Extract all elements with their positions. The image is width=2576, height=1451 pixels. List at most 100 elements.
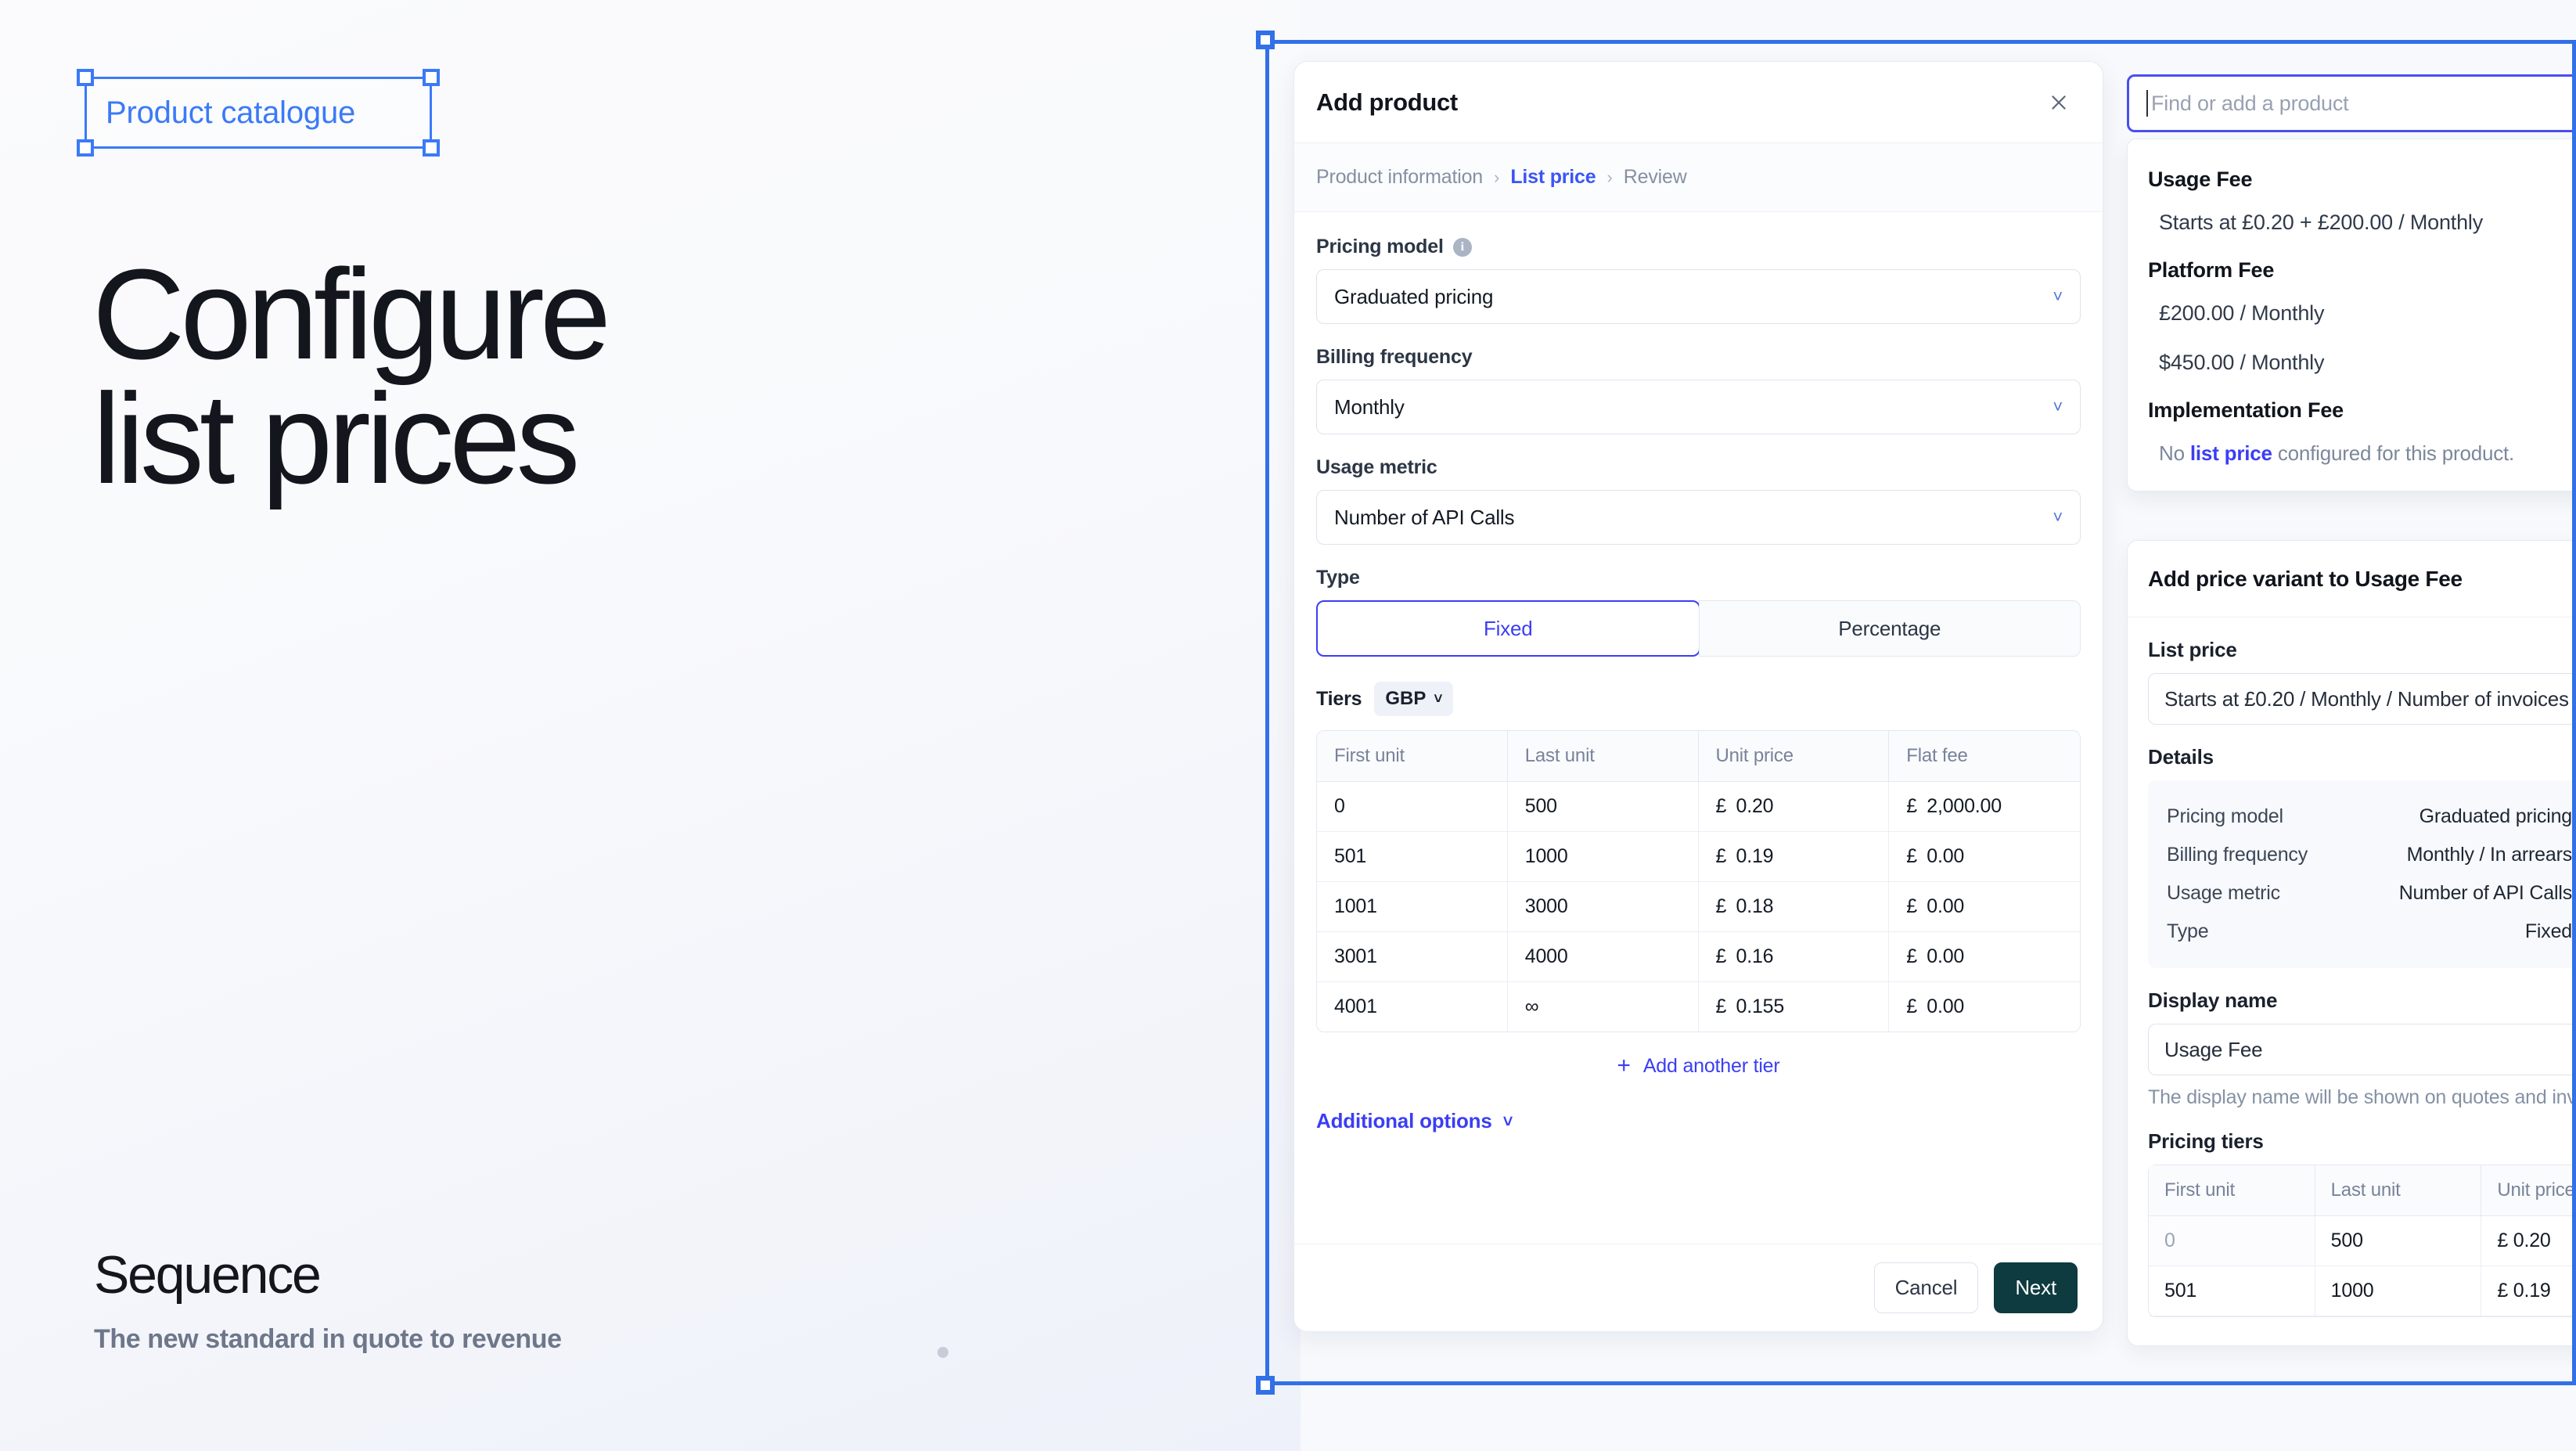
currency-symbol: £ bbox=[1906, 795, 1927, 818]
close-icon[interactable] bbox=[2042, 85, 2076, 120]
brand-wordmark: Sequence bbox=[94, 1244, 320, 1305]
detail-row-type: Type Fixed bbox=[2167, 913, 2572, 951]
cell-unit-price[interactable]: £0.155 bbox=[1699, 982, 1890, 1032]
cell-flat-fee[interactable]: £0.00 bbox=[1889, 882, 2080, 932]
variant-details-label: Details bbox=[2148, 745, 2576, 769]
product-search-results: Usage Fee Starts at £0.20 + £200.00 / Mo… bbox=[2127, 139, 2576, 491]
currency-symbol: £ bbox=[1906, 996, 1927, 1018]
currency-symbol: £ bbox=[1716, 996, 1736, 1018]
flat-fee-value: 0.00 bbox=[1927, 945, 1964, 967]
add-product-modal: Add product Product information › List p… bbox=[1293, 61, 2103, 1332]
breadcrumb: Product information › List price › Revie… bbox=[1294, 143, 2103, 212]
billing-frequency-label: Billing frequency bbox=[1316, 346, 2081, 369]
cell-unit-price[interactable]: £0.20 bbox=[1699, 782, 1890, 832]
usage-metric-select[interactable]: Number of API Calls ˅ bbox=[1316, 490, 2081, 545]
detail-value: Number of API Calls bbox=[2399, 882, 2572, 905]
chevron-down-icon: ˅ bbox=[2053, 509, 2063, 526]
cell-first-unit[interactable]: 1001 bbox=[1317, 882, 1508, 932]
cell-last-unit[interactable]: 3000 bbox=[1508, 882, 1699, 932]
cell-last-unit[interactable]: 1000 bbox=[2315, 1266, 2482, 1316]
product-search-input[interactable]: Find or add a product bbox=[2127, 74, 2576, 132]
cell-last-unit[interactable]: ∞ bbox=[1508, 982, 1699, 1032]
cell-flat-fee[interactable]: £0.00 bbox=[1889, 832, 2080, 882]
breadcrumb-item-list-price[interactable]: List price bbox=[1510, 166, 1596, 189]
selected-text-box-product-catalogue[interactable]: Product catalogue bbox=[85, 77, 432, 149]
cell-flat-fee[interactable]: £0.00 bbox=[1889, 982, 2080, 1032]
table-row[interactable]: 501 1000 £ 0.19 bbox=[2149, 1266, 2576, 1316]
cell-unit-price[interactable]: £ 0.20 bbox=[2481, 1216, 2576, 1266]
breadcrumb-item-product-information[interactable]: Product information bbox=[1316, 166, 1483, 189]
table-row[interactable]: 501 1000 £0.19 £0.00 bbox=[1317, 832, 2080, 882]
table-row[interactable]: 0 500 £ 0.20 bbox=[2149, 1216, 2576, 1266]
product-search-placeholder: Find or add a product bbox=[2151, 92, 2348, 116]
screen: Product catalogue Configure list prices … bbox=[0, 0, 2576, 1451]
usage-metric-label: Usage metric bbox=[1316, 456, 2081, 479]
cell-first-unit[interactable]: 3001 bbox=[1317, 932, 1508, 982]
billing-frequency-select[interactable]: Monthly ˅ bbox=[1316, 380, 2081, 434]
table-row[interactable]: 1001 3000 £0.18 £0.00 bbox=[1317, 882, 2080, 932]
breadcrumb-separator-icon: › bbox=[1494, 167, 1499, 188]
cell-last-unit[interactable]: 500 bbox=[1508, 782, 1699, 832]
unit-price-value: 0.18 bbox=[1736, 895, 1774, 917]
table-row[interactable]: 4001 ∞ £0.155 £0.00 bbox=[1317, 982, 2080, 1032]
carousel-dot[interactable] bbox=[937, 1347, 948, 1358]
selection-handle-top-right[interactable] bbox=[423, 69, 440, 86]
flat-fee-value: 0.00 bbox=[1927, 895, 1964, 917]
cell-last-unit[interactable]: 4000 bbox=[1508, 932, 1699, 982]
cell-last-unit[interactable]: 500 bbox=[2315, 1216, 2482, 1266]
cell-first-unit[interactable]: 0 bbox=[2149, 1216, 2315, 1266]
cell-unit-price[interactable]: £0.19 bbox=[1699, 832, 1890, 882]
table-header-row: First unit Last unit Unit price Flat fee bbox=[1317, 731, 2080, 782]
cell-unit-price[interactable]: £0.16 bbox=[1699, 932, 1890, 982]
add-another-tier-button[interactable]: + Add another tier bbox=[1316, 1032, 2081, 1086]
type-label: Type bbox=[1316, 567, 2081, 589]
cell-first-unit[interactable]: 4001 bbox=[1317, 982, 1508, 1032]
cancel-button[interactable]: Cancel bbox=[1874, 1262, 1979, 1313]
selection-handle-top-left[interactable] bbox=[77, 69, 94, 86]
selection-handle-bottom-right[interactable] bbox=[423, 139, 440, 157]
currency-select[interactable]: GBP ˅ bbox=[1374, 682, 1453, 716]
info-icon[interactable]: i bbox=[1453, 238, 1472, 257]
table-row[interactable]: 0 500 £0.20 £2,000.00 bbox=[1317, 782, 2080, 832]
cell-first-unit[interactable]: 0 bbox=[1317, 782, 1508, 832]
additional-options-toggle[interactable]: Additional options ˅ bbox=[1316, 1109, 1513, 1133]
cell-first-unit[interactable]: 501 bbox=[2149, 1266, 2315, 1316]
result-item-platform-fee-gbp[interactable]: £200.00 / Monthly bbox=[2128, 289, 2576, 338]
cell-unit-price[interactable]: £ 0.19 bbox=[2481, 1266, 2576, 1316]
variant-display-name-input[interactable]: Usage Fee bbox=[2148, 1024, 2576, 1075]
flat-fee-value: 0.00 bbox=[1927, 996, 1964, 1017]
type-option-fixed[interactable]: Fixed bbox=[1316, 600, 1700, 657]
column-header-first-unit: First unit bbox=[1317, 731, 1508, 782]
result-item-platform-fee-usd[interactable]: $450.00 / Monthly bbox=[2128, 338, 2576, 387]
list-price-link[interactable]: list price bbox=[2190, 441, 2272, 465]
currency-symbol: £ bbox=[1906, 945, 1927, 968]
table-header-row: First unit Last unit Unit price bbox=[2149, 1165, 2576, 1216]
unit-price-value: 0.155 bbox=[1736, 996, 1785, 1017]
chevron-down-icon: ˅ bbox=[1434, 692, 1442, 707]
currency-symbol: £ bbox=[1716, 895, 1736, 918]
currency-value: GBP bbox=[1385, 688, 1426, 710]
brand-tagline: The new standard in quote to revenue bbox=[94, 1324, 562, 1355]
breadcrumb-item-review[interactable]: Review bbox=[1624, 166, 1687, 189]
product-catalogue-label: Product catalogue bbox=[87, 95, 355, 131]
variant-list-price-value[interactable]: Starts at £0.20 / Monthly / Number of in… bbox=[2148, 673, 2576, 725]
pricing-model-value: Graduated pricing bbox=[1334, 285, 1493, 309]
modal-header: Add product bbox=[1294, 62, 2103, 143]
cell-unit-price[interactable]: £0.18 bbox=[1699, 882, 1890, 932]
add-price-variant-card: Add price variant to Usage Fee List pric… bbox=[2127, 540, 2576, 1346]
unit-price-value: 0.20 bbox=[1736, 795, 1774, 817]
selection-handle-bottom-left[interactable] bbox=[77, 139, 94, 157]
table-row[interactable]: 3001 4000 £0.16 £0.00 bbox=[1317, 932, 2080, 982]
billing-frequency-value: Monthly bbox=[1334, 395, 1405, 419]
cell-last-unit[interactable]: 1000 bbox=[1508, 832, 1699, 882]
result-item-usage-fee-price[interactable]: Starts at £0.20 + £200.00 / Monthly bbox=[2128, 198, 2576, 247]
detail-key: Pricing model bbox=[2167, 805, 2283, 828]
detail-row-billing-frequency: Billing frequency Monthly / In arrears bbox=[2167, 836, 2572, 874]
cell-first-unit[interactable]: 501 bbox=[1317, 832, 1508, 882]
cell-flat-fee[interactable]: £0.00 bbox=[1889, 932, 2080, 982]
column-header-first-unit: First unit bbox=[2149, 1165, 2315, 1216]
cell-flat-fee[interactable]: £2,000.00 bbox=[1889, 782, 2080, 832]
type-option-percentage[interactable]: Percentage bbox=[1699, 600, 2081, 657]
next-button[interactable]: Next bbox=[1994, 1262, 2078, 1313]
pricing-model-select[interactable]: Graduated pricing ˅ bbox=[1316, 269, 2081, 324]
